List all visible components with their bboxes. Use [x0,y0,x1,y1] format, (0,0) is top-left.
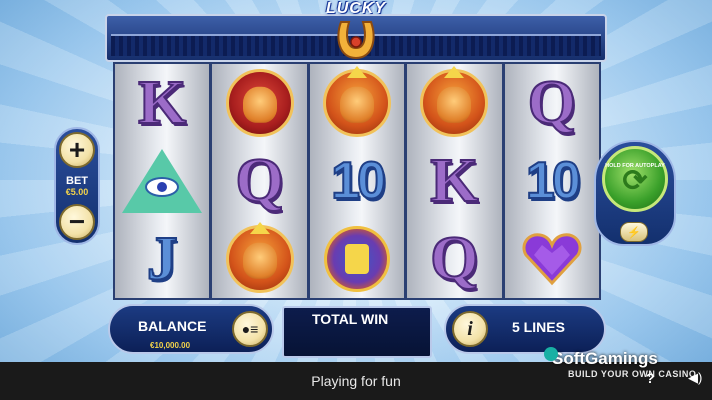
symbol-text: Q [527,69,577,137]
symbol-text: Q [429,225,479,293]
bet-increase-button[interactable]: + [59,132,95,168]
sound-icon[interactable]: ◀) [688,370,702,386]
lightning-icon: ⚡ [627,226,641,239]
spin-button[interactable]: HOLD FOR AUTOPLAY ⟳ [602,146,668,212]
brand-tagline: BUILD YOUR OWN CASINO [568,369,697,379]
tribal-mask-icon [324,226,391,292]
softgamings-logo: SoftGamings BUILD YOUR OWN CASINO [544,347,697,379]
symbol-text: Q [234,147,284,215]
symbol-text: 10 [330,152,387,210]
lion-icon [323,66,392,137]
symbol-lion [221,222,299,294]
bet-display: BET €5.00 [66,175,89,198]
balance-panel: BALANCE €10,000.00 ●≡ [108,304,274,354]
symbol-j: J [123,224,201,294]
lion-icon [420,66,489,137]
symbol-lion [318,66,396,138]
symbol-lion [415,66,493,138]
symbol-q: Q [415,224,493,294]
symbol-10: 10 [318,146,396,216]
balance-value: €10,000.00 [150,341,191,350]
balance-label: BALANCE [138,318,207,334]
logo-text: LUCKY [325,0,387,17]
bet-label: BET [66,174,88,187]
symbol-10: 10 [513,146,591,216]
turbo-button[interactable]: ⚡ [620,222,648,242]
reel-2: Q [212,64,307,298]
symbol-text: K [137,69,187,137]
symbol-heart-gem [513,224,591,294]
symbol-k: K [415,146,493,216]
reel-4: KQ [407,64,502,298]
coin-menu-button[interactable]: ●≡ [232,311,268,347]
total-win-panel: TOTAL WIN [282,306,432,358]
bet-panel: + BET €5.00 − [54,127,100,245]
symbol-k: K [123,68,201,138]
game-logo: LUCKY [318,0,394,62]
symbol-mask [318,224,396,294]
lines-label: 5 LINES [512,319,565,335]
reel-5: Q 10 [504,64,600,298]
softgamings-mark-icon [544,347,558,361]
reel-3: 10 [309,64,405,298]
lines-panel: i 5 LINES [444,304,606,354]
symbol-buffalo [221,68,299,138]
reels-grid: K J Q 10 K Q Q 10 [113,62,601,300]
bet-value: €5.00 [65,187,89,198]
symbol-pyramid [122,146,203,216]
brand-name: SoftGamings [552,349,658,368]
lion-icon [225,222,294,293]
help-icon[interactable]: ? [646,370,655,386]
symbol-text: K [429,147,479,215]
symbol-text: 10 [525,152,582,210]
heart-gem-icon [520,231,584,287]
spin-panel: HOLD FOR AUTOPLAY ⟳ ⚡ [594,140,676,246]
bet-decrease-button[interactable]: − [59,203,95,240]
symbol-q: Q [221,146,299,216]
horseshoe-icon [337,21,375,60]
info-icon: i [467,317,473,340]
symbol-q: Q [513,68,591,138]
refresh-arrows-icon: ⟳ [622,164,648,198]
symbol-text: J [146,225,179,293]
coins-menu-icon: ●≡ [241,321,259,337]
info-button[interactable]: i [452,311,488,347]
buffalo-icon [225,69,294,137]
reel-1: KJ [115,64,210,298]
total-win-label: TOTAL WIN [312,311,389,327]
pyramid-eye-icon [122,149,203,213]
